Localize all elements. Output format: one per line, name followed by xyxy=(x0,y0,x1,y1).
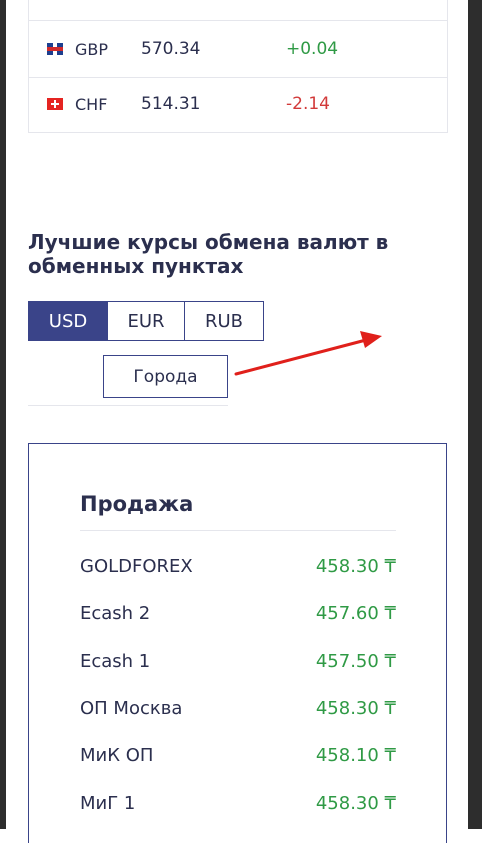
divider xyxy=(80,530,396,531)
exchanger-rate: 458.30 ₸ xyxy=(315,555,396,577)
currency-change: +0.04 xyxy=(286,39,339,59)
cities-button[interactable]: Города xyxy=(103,355,228,398)
currency-rate: 514.31 xyxy=(141,94,201,114)
list-item[interactable]: МиГ 1 458.30 ₸ xyxy=(80,788,396,818)
list-item[interactable]: МиК ОП 458.10 ₸ xyxy=(80,740,396,770)
tab-usd[interactable]: USD xyxy=(28,301,108,341)
currency-code: CHF xyxy=(75,94,108,114)
window-frame-right xyxy=(468,0,482,829)
currency-tabs: USD EUR RUB xyxy=(28,301,264,341)
table-row: GBP 570.34 +0.04 xyxy=(29,20,447,78)
list-item[interactable]: Ecash 2 457.60 ₸ xyxy=(80,598,396,628)
card-title: Продажа xyxy=(80,492,194,516)
list-item[interactable]: GOLDFOREX 458.30 ₸ xyxy=(80,551,396,581)
currency-rate: 570.34 xyxy=(141,39,201,59)
currency-change: -2.14 xyxy=(286,94,330,114)
page: GBP 570.34 +0.04 CHF 514.31 -2.14 Лучшие… xyxy=(6,0,468,843)
exchanger-name: ОП Москва xyxy=(80,697,183,719)
table-row: CHF 514.31 -2.14 xyxy=(29,76,447,132)
annotation-arrow-icon xyxy=(234,331,382,376)
exchanger-rate: 458.30 ₸ xyxy=(315,792,396,814)
tab-eur[interactable]: EUR xyxy=(107,301,185,341)
gb-flag-icon xyxy=(47,43,63,55)
sell-rates-card: Продажа GOLDFOREX 458.30 ₸ Ecash 2 457.6… xyxy=(28,443,447,843)
exchanger-rate: 458.30 ₸ xyxy=(315,697,396,719)
divider xyxy=(28,405,228,406)
currency-code: GBP xyxy=(75,39,109,59)
list-item[interactable]: ОП Москва 458.30 ₸ xyxy=(80,693,396,723)
currency-rates-table: GBP 570.34 +0.04 CHF 514.31 -2.14 xyxy=(28,0,448,133)
exchanger-rate: 457.60 ₸ xyxy=(315,602,396,624)
exchanger-name: МиК ОП xyxy=(80,744,154,766)
exchanger-rate: 458.10 ₸ xyxy=(315,744,396,766)
section-title: Лучшие курсы обмена валют в обменных пун… xyxy=(28,230,389,278)
exchanger-name: GOLDFOREX xyxy=(80,555,193,577)
ch-flag-icon xyxy=(47,98,63,110)
exchanger-name: МиГ 1 xyxy=(80,792,136,814)
exchanger-rate: 457.50 ₸ xyxy=(315,650,396,672)
exchanger-name: Ecash 2 xyxy=(80,602,151,624)
exchanger-name: Ecash 1 xyxy=(80,650,151,672)
list-item[interactable]: Ecash 1 457.50 ₸ xyxy=(80,646,396,676)
